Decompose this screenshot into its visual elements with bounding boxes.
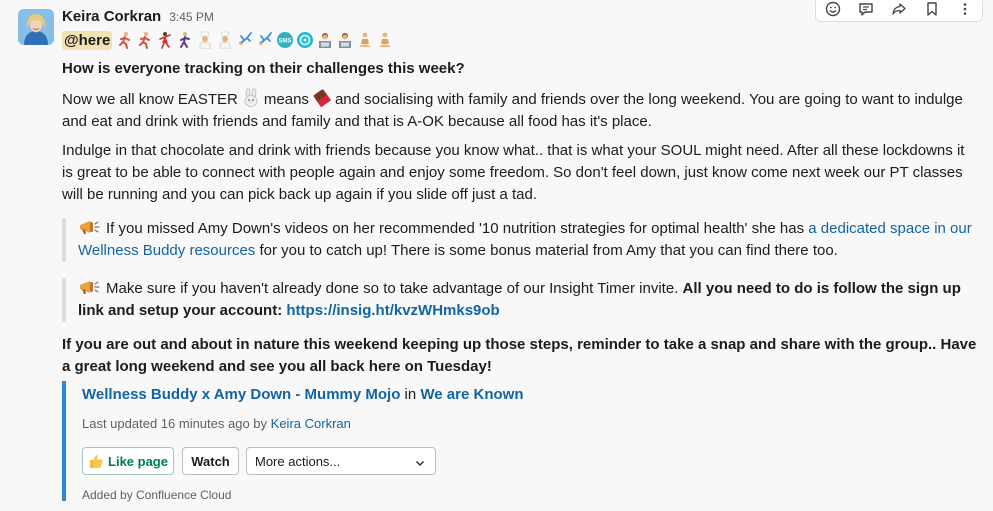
person-cartwheeling-icon xyxy=(236,31,254,49)
person-running-icon xyxy=(176,31,194,49)
more-actions-select[interactable]: More actions... xyxy=(246,447,436,475)
like-page-label: Like page xyxy=(108,453,168,469)
sms-icon: SMS xyxy=(276,31,294,49)
reply-thread-icon[interactable] xyxy=(857,0,875,18)
timestamp[interactable]: 3:45 PM xyxy=(169,10,214,24)
chevron-down-icon xyxy=(415,456,425,467)
chocolate-bar-icon xyxy=(312,88,332,108)
confluence-attachment: Wellness Buddy x Amy Down - Mummy Mojo i… xyxy=(62,381,978,502)
paragraph-easter-start: Now we all know EASTER xyxy=(62,91,238,108)
svg-text:SMS: SMS xyxy=(279,39,292,45)
person-running-icon xyxy=(116,31,134,49)
person-in-lotus-icon xyxy=(356,31,374,49)
quote-insight-text: Make sure if you haven't already done so… xyxy=(106,280,679,297)
attachment-meta: Last updated 16 minutes ago by Keira Cor… xyxy=(82,416,351,431)
confluence-page-link[interactable]: Wellness Buddy x Amy Down - Mummy Mojo xyxy=(82,386,400,403)
rabbit-icon xyxy=(241,88,261,108)
attachment-title: Wellness Buddy x Amy Down - Mummy Mojo i… xyxy=(82,384,523,406)
bookmark-icon[interactable] xyxy=(923,0,941,18)
megaphone-icon xyxy=(78,279,100,295)
last-updated-text: Last updated 16 minutes ago by xyxy=(82,416,268,431)
person-running-icon xyxy=(136,31,154,49)
person-in-lotus-icon xyxy=(376,31,394,49)
attachment-footer: Added by Confluence Cloud xyxy=(82,488,232,502)
paragraph-easter: Now we all know EASTER means and socialisi… xyxy=(62,88,977,133)
quote-nutrition-text-start: If you missed Amy Down's videos on her r… xyxy=(106,220,805,237)
quote-nutrition: If you missed Amy Down's videos on her r… xyxy=(62,218,988,262)
quote-insight-timer: Make sure if you haven't already done so… xyxy=(62,278,988,322)
message-heading: How is everyone tracking on their challe… xyxy=(62,60,465,77)
cook-icon xyxy=(216,31,234,49)
more-actions-label: More actions... xyxy=(255,453,341,469)
person-cartwheeling-icon xyxy=(256,31,274,49)
emoji-reaction-icon[interactable] xyxy=(824,0,842,18)
message: Keira Corkran 3:45 PM @here SMS How is e… xyxy=(0,0,993,511)
paragraph-easter-means: means xyxy=(263,91,309,108)
technologist-icon xyxy=(316,31,334,49)
confluence-space-link[interactable]: We are Known xyxy=(420,386,523,403)
here-mention[interactable]: @here xyxy=(62,30,113,50)
last-updated-author-link[interactable]: Keira Corkran xyxy=(271,416,351,431)
share-icon[interactable] xyxy=(890,0,908,18)
technologist-icon xyxy=(336,31,354,49)
attachment-in-word: in xyxy=(404,386,417,403)
avatar[interactable] xyxy=(18,9,54,45)
closing-paragraph: If you are out and about in nature this … xyxy=(62,336,977,375)
thumbs-up-icon xyxy=(88,453,104,469)
mention-line: @here SMS xyxy=(62,29,396,51)
spinner-icon xyxy=(296,31,314,49)
megaphone-icon xyxy=(78,219,100,235)
paragraph-indulge: Indulge in that chocolate and drink with… xyxy=(62,142,965,203)
message-actions-toolbar xyxy=(815,0,983,22)
quote-nutrition-text-end: for you to catch up! There is some bonus… xyxy=(259,242,838,259)
emoji-row: SMS xyxy=(116,31,396,49)
insight-timer-link[interactable]: https://insig.ht/kvzWHmks9ob xyxy=(286,302,499,319)
cook-icon xyxy=(196,31,214,49)
more-icon[interactable] xyxy=(956,0,974,18)
watch-button[interactable]: Watch xyxy=(182,447,239,475)
like-page-button[interactable]: Like page xyxy=(82,447,174,475)
message-header: Keira Corkran 3:45 PM xyxy=(62,8,214,28)
woman-dancing-icon xyxy=(156,31,174,49)
author-name[interactable]: Keira Corkran xyxy=(62,8,161,25)
